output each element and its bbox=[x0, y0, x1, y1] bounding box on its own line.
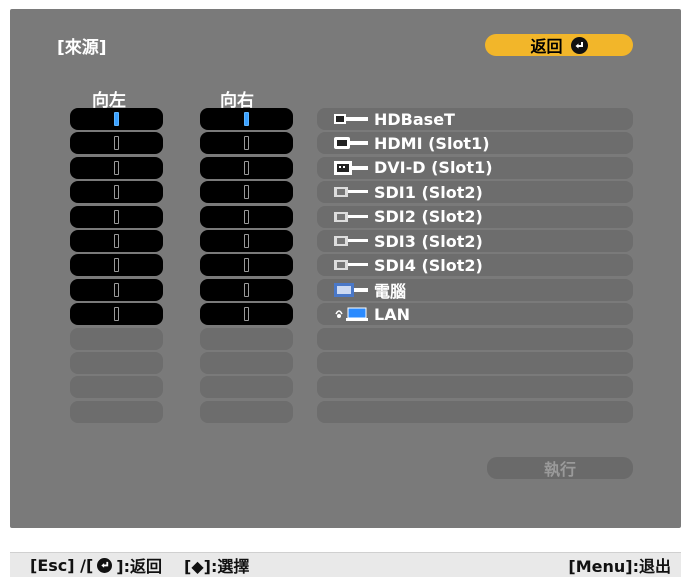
right-empty-cell bbox=[200, 327, 293, 350]
source-row-empty bbox=[317, 376, 633, 399]
source-item: SDI2 (Slot2) bbox=[334, 206, 483, 228]
right-select-cell[interactable] bbox=[200, 108, 293, 130]
source-item: SDI4 (Slot2) bbox=[334, 254, 483, 276]
right-select-indicator bbox=[244, 282, 249, 297]
source-item: HDBaseT bbox=[334, 108, 455, 130]
enter-icon bbox=[570, 36, 588, 54]
source-row[interactable]: SDI4 (Slot2) bbox=[317, 254, 633, 277]
source-item: 電腦 bbox=[334, 279, 406, 301]
source-row-empty bbox=[317, 352, 633, 374]
right-select-indicator bbox=[244, 258, 249, 273]
left-select-cell[interactable] bbox=[70, 156, 163, 179]
computer-vga-icon bbox=[334, 282, 368, 298]
source-label: HDBaseT bbox=[374, 109, 455, 129]
right-empty-cell bbox=[200, 400, 293, 423]
dvi-connector-icon bbox=[334, 160, 368, 176]
source-row[interactable]: LAN bbox=[317, 303, 633, 326]
sdi-connector-icon bbox=[334, 184, 368, 200]
help-bar: [Esc] /[ ]:返回 [◆]:選擇 [Menu]:退出 bbox=[10, 552, 681, 577]
execute-button[interactable]: 執行 bbox=[487, 457, 633, 479]
left-select-cell[interactable] bbox=[70, 303, 163, 326]
source-label: DVI-D (Slot1) bbox=[374, 158, 493, 178]
right-select-cell[interactable] bbox=[200, 181, 293, 204]
source-row-empty bbox=[317, 400, 633, 423]
source-label: SDI3 (Slot2) bbox=[374, 231, 483, 251]
right-select-cell[interactable] bbox=[200, 303, 293, 326]
left-select-indicator bbox=[114, 185, 119, 200]
help-select-text: [◆]:選擇 bbox=[184, 557, 250, 576]
source-label: LAN bbox=[374, 304, 410, 324]
right-select-indicator bbox=[244, 112, 249, 126]
left-select-indicator bbox=[114, 112, 119, 126]
left-select-cell[interactable] bbox=[70, 230, 163, 252]
source-label: 電腦 bbox=[374, 281, 407, 301]
right-select-cell[interactable] bbox=[200, 132, 293, 155]
help-return-text: ]:返回 bbox=[116, 557, 163, 576]
right-select-cell[interactable] bbox=[200, 230, 293, 252]
right-select-indicator bbox=[244, 307, 249, 322]
page-title: [來源] bbox=[57, 38, 107, 58]
left-empty-cell bbox=[70, 376, 163, 399]
help-esc-text: [Esc] /[ bbox=[30, 555, 94, 575]
source-item: SDI3 (Slot2) bbox=[334, 230, 483, 252]
left-select-indicator bbox=[114, 258, 119, 273]
source-row[interactable]: DVI-D (Slot1) bbox=[317, 156, 633, 179]
left-empty-cell bbox=[70, 327, 163, 350]
left-select-cell[interactable] bbox=[70, 108, 163, 130]
right-select-cell[interactable] bbox=[200, 205, 293, 228]
left-select-indicator bbox=[114, 234, 119, 248]
source-label: SDI1 (Slot2) bbox=[374, 182, 483, 202]
back-button[interactable]: 返回 bbox=[485, 34, 633, 56]
lan-wireless-icon bbox=[334, 306, 368, 322]
source-item: SDI1 (Slot2) bbox=[334, 181, 483, 203]
right-select-indicator bbox=[244, 136, 249, 151]
back-button-label: 返回 bbox=[530, 37, 563, 56]
source-row-empty bbox=[317, 327, 633, 350]
help-menu-text: [Menu]:退出 bbox=[568, 557, 671, 576]
source-item: DVI-D (Slot1) bbox=[334, 157, 493, 179]
sdi-connector-icon bbox=[334, 257, 368, 273]
source-row[interactable]: SDI3 (Slot2) bbox=[317, 230, 633, 252]
right-select-indicator bbox=[244, 185, 249, 200]
right-select-indicator bbox=[244, 234, 249, 248]
right-empty-cell bbox=[200, 352, 293, 374]
left-select-indicator bbox=[114, 307, 119, 322]
right-select-indicator bbox=[244, 209, 249, 224]
right-select-cell[interactable] bbox=[200, 156, 293, 179]
right-select-indicator bbox=[244, 160, 249, 175]
hdmi-connector-icon bbox=[334, 135, 368, 151]
left-empty-cell bbox=[70, 400, 163, 423]
enter-icon bbox=[97, 557, 113, 573]
left-select-cell[interactable] bbox=[70, 205, 163, 228]
left-select-cell[interactable] bbox=[70, 181, 163, 204]
source-label: SDI2 (Slot2) bbox=[374, 207, 483, 227]
sdi-connector-icon bbox=[334, 233, 368, 249]
source-row[interactable]: SDI2 (Slot2) bbox=[317, 205, 633, 228]
right-select-cell[interactable] bbox=[200, 254, 293, 277]
source-row[interactable]: HDBaseT bbox=[317, 108, 633, 130]
left-select-indicator bbox=[114, 136, 119, 151]
source-row[interactable]: SDI1 (Slot2) bbox=[317, 181, 633, 204]
left-select-indicator bbox=[114, 282, 119, 297]
source-label: SDI4 (Slot2) bbox=[374, 255, 483, 275]
sdi-connector-icon bbox=[334, 209, 368, 225]
left-select-cell[interactable] bbox=[70, 132, 163, 155]
source-item: LAN bbox=[334, 303, 410, 325]
right-select-cell[interactable] bbox=[200, 278, 293, 301]
source-label: HDMI (Slot1) bbox=[374, 133, 490, 153]
left-select-cell[interactable] bbox=[70, 278, 163, 301]
left-select-cell[interactable] bbox=[70, 254, 163, 277]
hdbaset-connector-icon bbox=[334, 111, 368, 127]
right-empty-cell bbox=[200, 376, 293, 399]
left-select-indicator bbox=[114, 209, 119, 224]
source-row[interactable]: HDMI (Slot1) bbox=[317, 132, 633, 155]
source-row[interactable]: 電腦 bbox=[317, 278, 633, 301]
left-select-indicator bbox=[114, 160, 119, 175]
left-empty-cell bbox=[70, 352, 163, 374]
source-item: HDMI (Slot1) bbox=[334, 132, 490, 154]
